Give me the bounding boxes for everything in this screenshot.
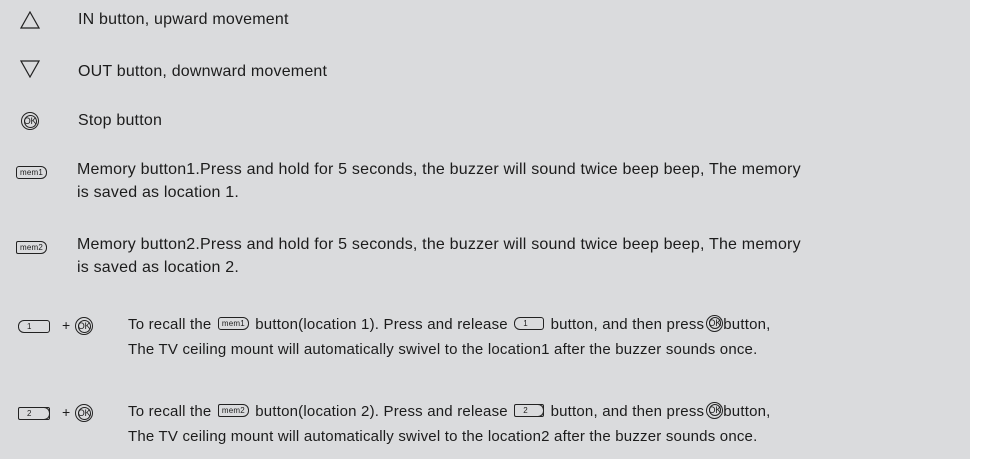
- key-1-icon: 1: [18, 320, 50, 333]
- ok-circle-icon: OK: [706, 401, 724, 419]
- key-2-icon: 2: [514, 403, 545, 417]
- key-1-icon: 1: [514, 316, 545, 330]
- recall2-text-a: To recall the: [128, 403, 212, 420]
- ok-circle-icon: OK: [706, 314, 724, 332]
- plus-sign: +: [62, 404, 71, 420]
- mem1-key-icon: mem1: [217, 316, 249, 330]
- recall-location1-row: 1 + OK To recall the mem1 button(locatio…: [0, 313, 970, 373]
- recall1-description-line1: To recall the mem1 button(location 1). P…: [128, 314, 771, 334]
- ok-circle-icon: OK: [75, 404, 93, 422]
- down-triangle-outline-icon: [20, 60, 40, 78]
- recall-location2-row: 2 + OK To recall the mem2 button(locatio…: [0, 400, 970, 460]
- instruction-panel: IN button, upward movement OUT button, d…: [0, 0, 970, 459]
- recall2-description-line1: To recall the mem2 button(location 2). P…: [128, 401, 771, 421]
- stop-button-description: Stop button: [78, 112, 163, 129]
- out-button-row: OUT button, downward movement: [0, 55, 970, 95]
- memory1-row: mem1 Memory button1.Press and hold for 5…: [0, 160, 970, 210]
- recall2-description-line2: The TV ceiling mount will automatically …: [128, 428, 758, 445]
- recall2-text-b: button(location 2). Press and release: [255, 403, 508, 420]
- memory1-description-line2: is saved as location 1.: [77, 184, 240, 201]
- plus-sign: +: [62, 317, 71, 333]
- ok-circle-icon: OK: [21, 112, 39, 130]
- memory2-description-line2: is saved as location 2.: [77, 259, 240, 276]
- out-button-description: OUT button, downward movement: [78, 63, 328, 80]
- stop-button-row: OK Stop button: [0, 108, 970, 138]
- up-triangle-outline-icon: [20, 11, 40, 29]
- mem2-key-icon: mem2: [217, 403, 249, 417]
- key-2-icon: 2: [18, 407, 50, 420]
- mem1-key-icon: mem1: [16, 166, 48, 179]
- mem2-key-icon: mem2: [16, 241, 48, 254]
- in-button-row: IN button, upward movement: [0, 0, 970, 40]
- memory2-row: mem2 Memory button2.Press and hold for 5…: [0, 235, 970, 285]
- ok-circle-icon: OK: [75, 317, 93, 335]
- recall1-text-c: button, and then press: [550, 316, 705, 333]
- recall1-description-line2: The TV ceiling mount will automatically …: [128, 341, 758, 358]
- recall2-text-d: button,: [723, 403, 771, 420]
- in-button-description: IN button, upward movement: [78, 11, 289, 28]
- recall2-text-c: button, and then press: [550, 403, 705, 420]
- recall1-text-b: button(location 1). Press and release: [255, 316, 508, 333]
- recall1-text-d: button,: [723, 316, 771, 333]
- recall1-text-a: To recall the: [128, 316, 212, 333]
- memory2-description-line1: Memory button2.Press and hold for 5 seco…: [77, 236, 801, 253]
- memory1-description-line1: Memory button1.Press and hold for 5 seco…: [77, 161, 801, 178]
